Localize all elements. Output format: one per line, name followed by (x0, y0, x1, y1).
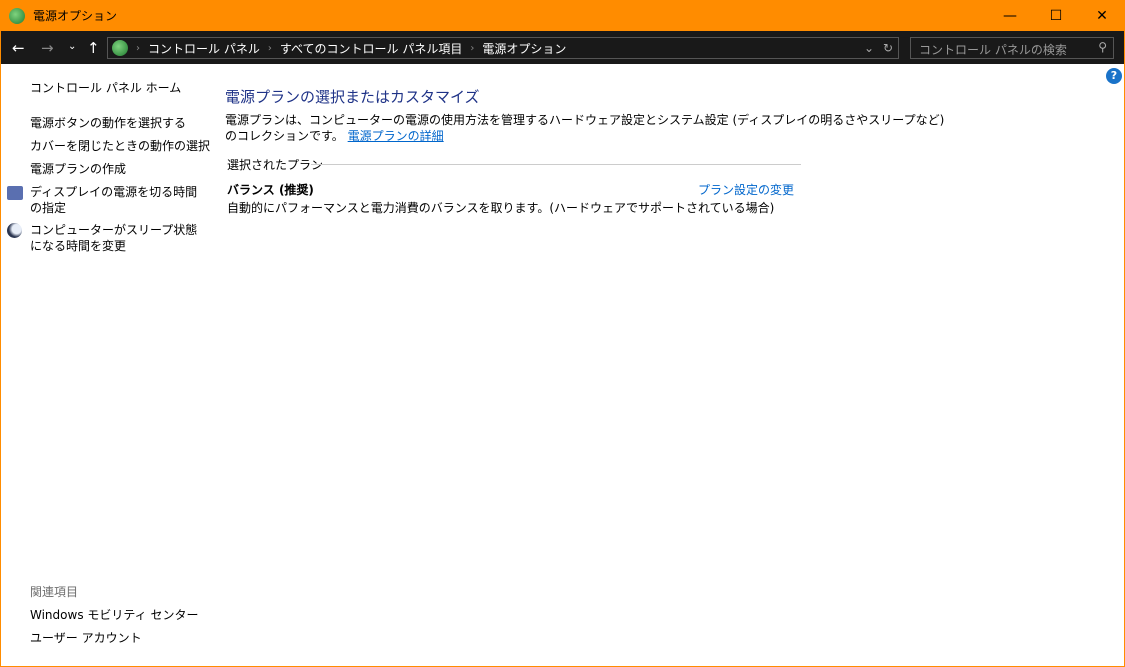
power-options-icon (9, 7, 25, 24)
page-description: 電源プランは、コンピューターの電源の使用方法を管理するハードウェア設定とシステム… (225, 112, 944, 144)
forward-arrow-icon[interactable]: → (41, 39, 54, 57)
plan-description: 自動的にパフォーマンスと電力消費のバランスを取ります。(ハードウェアでサポートさ… (227, 201, 775, 215)
window-title: 電源オプション (33, 9, 118, 23)
address-bar[interactable]: › コントロール パネル › すべてのコントロール パネル項目 › 電源オプショ… (107, 37, 899, 59)
dropdown-chevron-icon[interactable]: ⌄ (864, 41, 874, 55)
breadcrumb-control-panel[interactable]: コントロール パネル (148, 40, 260, 57)
control-panel-icon (112, 40, 128, 56)
plan-name: バランス (推奨) (227, 183, 314, 197)
related-user-accounts[interactable]: ユーザー アカウント (30, 630, 142, 646)
sidebar-item-power-button[interactable]: 電源ボタンの動作を選択する (30, 115, 186, 131)
address-toolbar: ← → ⌄ ↑ › コントロール パネル › すべてのコントロール パネル項目 … (1, 31, 1124, 64)
back-arrow-icon[interactable]: ← (12, 39, 25, 57)
chevron-right-icon[interactable]: › (470, 43, 474, 54)
help-icon[interactable]: ? (1106, 68, 1122, 84)
up-arrow-icon[interactable]: ↑ (87, 39, 100, 57)
plan-details-link[interactable]: 電源プランの詳細 (348, 129, 444, 143)
sidebar-item-create-plan[interactable]: 電源プランの作成 (30, 161, 126, 177)
content-area: コントロール パネル ホーム 電源ボタンの動作を選択する カバーを閉じたときの動… (1, 64, 1124, 666)
sidebar-home-link[interactable]: コントロール パネル ホーム (30, 80, 181, 96)
section-heading: 選択されたプラン (227, 158, 324, 172)
search-icon[interactable]: ⚲ (1098, 40, 1107, 54)
breadcrumb-power-options[interactable]: 電源オプション (482, 40, 566, 57)
minimize-button[interactable]: — (987, 0, 1033, 31)
description-text: 電源プランは、コンピューターの電源の使用方法を管理するハードウェア設定とシステム… (225, 113, 945, 127)
sleep-moon-icon (7, 223, 22, 238)
description-text-2: のコレクションです。 (225, 129, 344, 143)
related-heading: 関連項目 (30, 585, 79, 599)
chevron-right-icon[interactable]: › (136, 43, 140, 54)
display-clock-icon (7, 186, 23, 200)
sidebar-item-display-off[interactable]: ディスプレイの電源を切る時間の指定 (30, 184, 200, 216)
search-placeholder: コントロール パネルの検索 (919, 43, 1067, 57)
search-input[interactable]: コントロール パネルの検索 ⚲ (910, 37, 1114, 59)
title-bar: 電源オプション — ☐ ✕ (0, 0, 1125, 31)
sidebar-item-lid-close[interactable]: カバーを閉じたときの動作の選択 (30, 138, 210, 154)
change-plan-settings-link[interactable]: プラン設定の変更 (698, 181, 794, 198)
related-mobility-center[interactable]: Windows モビリティ センター (30, 607, 198, 623)
close-button[interactable]: ✕ (1079, 0, 1125, 31)
sidebar-item-sleep-time[interactable]: コンピューターがスリープ状態になる時間を変更 (30, 222, 200, 254)
breadcrumb-all-items[interactable]: すべてのコントロール パネル項目 (280, 40, 463, 57)
refresh-icon[interactable]: ↻ (883, 41, 893, 55)
chevron-right-icon[interactable]: › (268, 43, 272, 54)
maximize-button[interactable]: ☐ (1033, 0, 1079, 31)
section-divider (311, 164, 801, 165)
page-title: 電源プランの選択またはカスタマイズ (225, 88, 480, 106)
recent-chevron-down-icon[interactable]: ⌄ (68, 41, 76, 52)
